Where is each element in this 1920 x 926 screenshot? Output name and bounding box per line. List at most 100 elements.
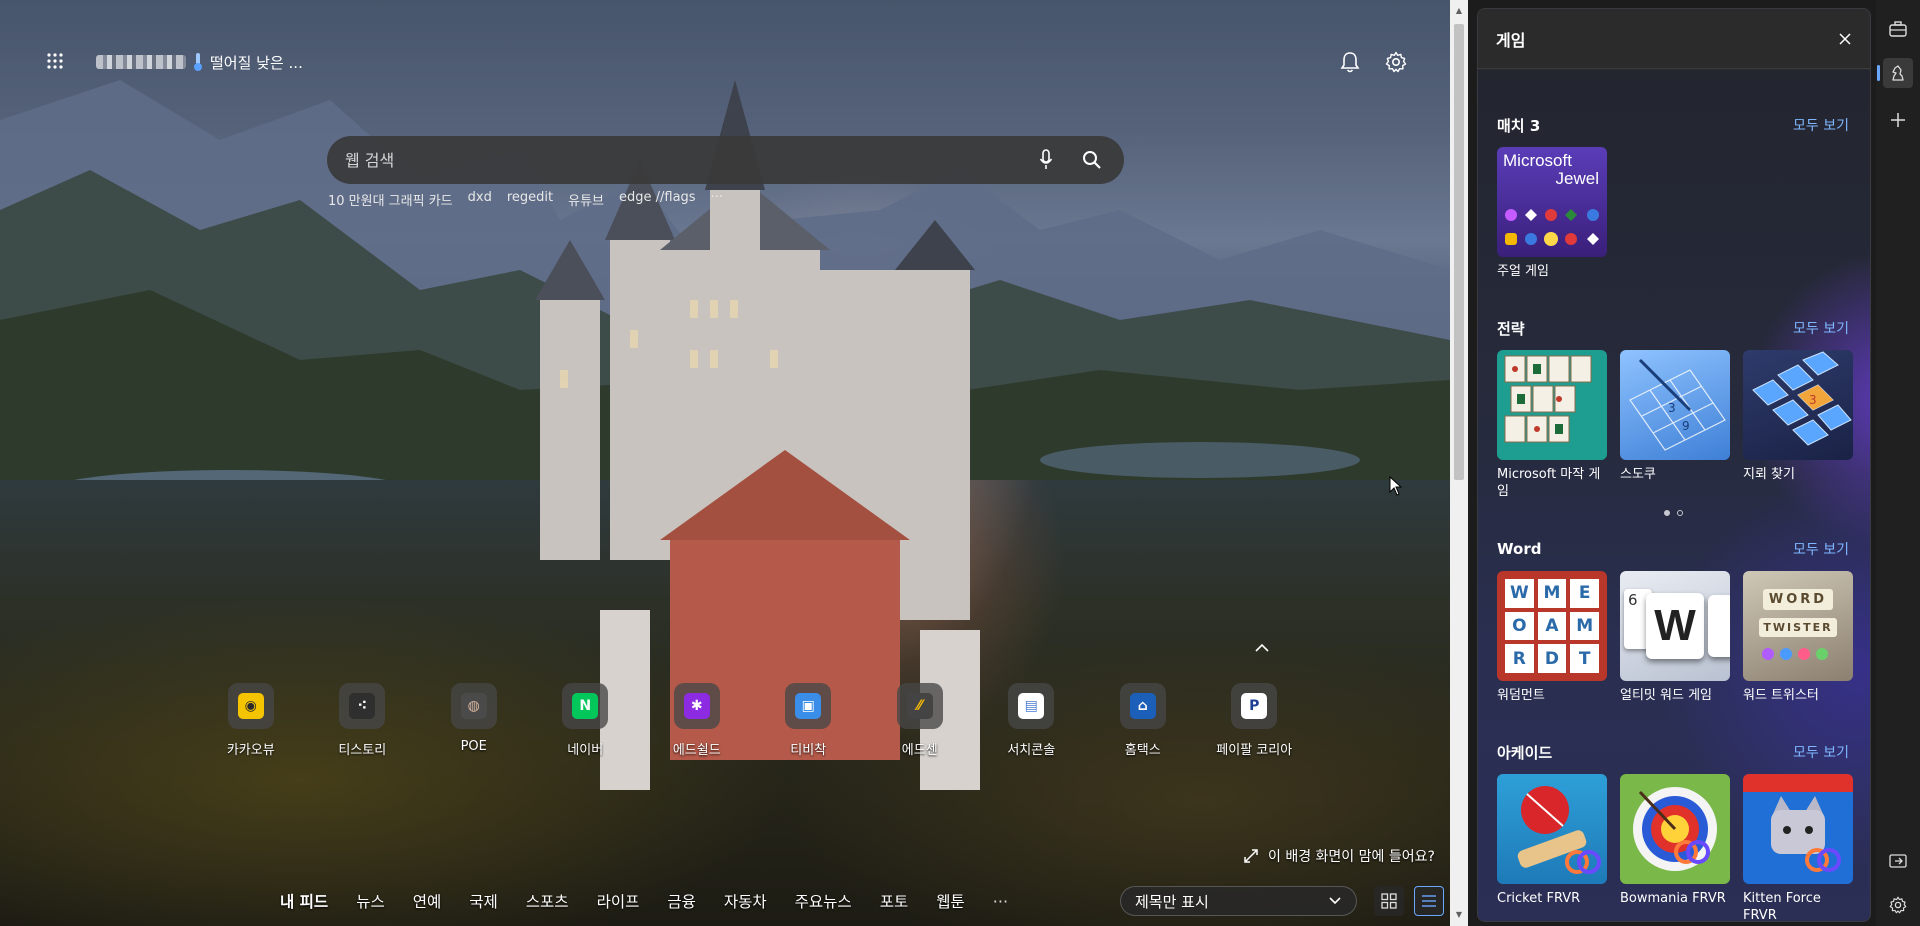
quick-link-searchconsole[interactable]: ▤ 서치콘솔 (976, 683, 1088, 758)
thumbnail-text: WORD (1762, 589, 1834, 610)
see-all-link[interactable]: 모두 보기 (1793, 318, 1849, 338)
grid-view-button[interactable] (1374, 886, 1404, 916)
list-view-icon (1422, 895, 1436, 907)
apps-launcher-button[interactable] (42, 48, 68, 74)
game-card-jewel[interactable]: Microsoft Jewel 주얼 게임 (1497, 147, 1607, 280)
quick-link-tile[interactable]: ▣ (785, 683, 832, 729)
quick-link-tile[interactable]: N (562, 683, 609, 729)
close-icon[interactable] (1838, 32, 1852, 46)
see-all-link[interactable]: 모두 보기 (1793, 742, 1849, 762)
recent-search-item[interactable]: dxd (468, 190, 492, 209)
sidebar-settings-button[interactable] (1883, 890, 1913, 920)
voice-search-button[interactable] (1032, 146, 1060, 174)
game-card-wordament[interactable]: W M E O A M R D T 워덤먼트 (1497, 571, 1607, 704)
recent-search-item[interactable]: edge //flags (619, 190, 696, 209)
weather-widget[interactable]: 떨어질 낮은 ... (96, 50, 303, 74)
list-view-button[interactable] (1414, 886, 1444, 916)
game-card-mahjong[interactable]: Microsoft 마작 게임 (1497, 350, 1607, 500)
page-settings-button[interactable] (1382, 48, 1410, 76)
feed-tab-autos[interactable]: 자동차 (710, 890, 781, 912)
section-title: 전략 (1497, 319, 1525, 338)
scroll-up-arrow[interactable]: ▲ (1454, 6, 1464, 16)
sidebar-games-button[interactable] (1877, 58, 1913, 88)
game-thumbnail (1497, 774, 1607, 884)
recent-search-more[interactable]: ··· (711, 190, 723, 209)
feed-tab-photos[interactable]: 포토 (866, 890, 923, 912)
quick-link-poe[interactable]: ◍ POE (418, 683, 530, 758)
quick-link-kakaoview[interactable]: ◉ 카카오뷰 (195, 683, 307, 758)
search-button[interactable] (1078, 146, 1106, 174)
quick-link-paypal[interactable]: P 페이팔 코리아 (1199, 683, 1311, 758)
sidebar-add-button[interactable] (1883, 105, 1913, 135)
quick-link-label: 페이팔 코리아 (1216, 743, 1293, 758)
feed-tab-life[interactable]: 라이프 (583, 890, 654, 912)
quick-link-label: 카카오뷰 (226, 743, 275, 758)
search-icon (1083, 151, 1101, 169)
quick-link-tvchak[interactable]: ▣ 티비착 (753, 683, 865, 758)
search-input[interactable] (345, 150, 1014, 170)
game-thumbnail (1743, 774, 1853, 884)
feed-tab-my-feed[interactable]: 내 피드 (266, 890, 342, 912)
feed-tab-webtoon[interactable]: 웹툰 (922, 890, 979, 912)
panel-collapse-icon (1889, 854, 1907, 868)
feed-tab-top-news[interactable]: 주요뉴스 (781, 890, 866, 912)
game-title: 지뢰 찾기 (1743, 467, 1795, 482)
chevron-up-icon[interactable] (1252, 640, 1272, 656)
quick-link-tile[interactable]: ⁄⁄ (896, 683, 943, 729)
quick-link-tile[interactable]: ⁖ (339, 683, 386, 729)
quick-link-tistory[interactable]: ⁖ 티스토리 (307, 683, 419, 758)
game-card-minesweeper[interactable]: 3 지뢰 찾기 (1743, 350, 1853, 500)
sidebar-tools-button[interactable] (1883, 14, 1913, 44)
recent-search-item[interactable]: 10 만원대 그래픽 카드 (328, 190, 453, 209)
background-feedback[interactable]: 이 배경 화면이 맘에 들어요? (1244, 846, 1435, 866)
quick-link-tile[interactable]: ✱ (673, 683, 720, 729)
quick-link-adsense[interactable]: ⁄⁄ 에드센 (864, 683, 976, 758)
quick-link-label: 서치콘솔 (1007, 743, 1056, 758)
feed-tab-finance[interactable]: 금융 (653, 890, 710, 912)
scroll-down-arrow[interactable]: ▼ (1454, 910, 1464, 920)
see-all-link[interactable]: 모두 보기 (1793, 539, 1849, 559)
recent-search-item[interactable]: 유튜브 (568, 190, 604, 209)
kakaoview-icon: ◉ (237, 693, 264, 719)
recent-search-item[interactable]: regedit (507, 190, 553, 209)
game-card-kitten-force[interactable]: Kitten Force FRVR (1743, 774, 1853, 921)
game-card-ultimate-word[interactable]: 6 W 얼티밋 워드 게임 (1620, 571, 1730, 704)
notifications-button[interactable] (1336, 48, 1364, 76)
grid-dots-icon (47, 53, 63, 69)
letter-tile: A (1537, 611, 1567, 641)
game-card-cricket[interactable]: Cricket FRVR (1497, 774, 1607, 921)
quick-link-tile[interactable]: ◉ (227, 683, 274, 729)
carousel-dot[interactable] (1676, 510, 1683, 516)
expand-icon (1244, 849, 1258, 863)
quick-link-tile[interactable]: ⌂ (1119, 683, 1166, 729)
scrollbar-thumb[interactable] (1454, 24, 1464, 480)
quick-link-tile[interactable]: ▤ (1008, 683, 1055, 729)
game-card-sudoku[interactable]: 3 9 스도쿠 (1620, 350, 1730, 500)
feed-tab-entertainment[interactable]: 연예 (399, 890, 456, 912)
web-search-box[interactable] (327, 136, 1124, 184)
hometax-icon: ⌂ (1129, 693, 1156, 719)
quick-link-tile[interactable]: ◍ (450, 683, 497, 729)
feed-navigation: 내 피드 뉴스 연예 국제 스포츠 라이프 금융 자동차 주요뉴스 포토 웹툰 … (266, 888, 1022, 914)
quick-link-tile[interactable]: P (1231, 683, 1278, 729)
content-layout-select[interactable]: 제목만 표시 (1120, 886, 1357, 916)
page-scrollbar[interactable]: ▲ ▼ (1450, 0, 1468, 926)
chevron-down-icon (1329, 897, 1341, 905)
quick-link-hometax[interactable]: ⌂ 홈택스 (1087, 683, 1199, 758)
letter-tile: R (1505, 644, 1534, 673)
feed-tab-sports[interactable]: 스포츠 (512, 890, 583, 912)
carousel-dot[interactable] (1663, 510, 1670, 516)
panel-header: 게임 (1478, 9, 1870, 69)
sidebar-hide-button[interactable] (1883, 846, 1913, 876)
quick-link-naver[interactable]: N 네이버 (530, 683, 642, 758)
game-card-bowmania[interactable]: Bowmania FRVR (1620, 774, 1730, 921)
see-all-link[interactable]: 모두 보기 (1793, 115, 1849, 135)
game-card-word-twister[interactable]: WORD TWISTER 워드 트위스터 (1743, 571, 1853, 704)
quick-link-adshield[interactable]: ✱ 에드쉴드 (641, 683, 753, 758)
letter-tile: M (1537, 579, 1567, 608)
feed-tab-news[interactable]: 뉴스 (342, 890, 399, 912)
games-side-panel: 게임 매치 3 모두 보기 Microsoft Jewel 주얼 게임 전략 모… (1477, 8, 1871, 922)
feed-more-button[interactable]: ··· (979, 892, 1022, 911)
gems-icon (1762, 648, 1828, 660)
feed-tab-world[interactable]: 국제 (455, 890, 512, 912)
